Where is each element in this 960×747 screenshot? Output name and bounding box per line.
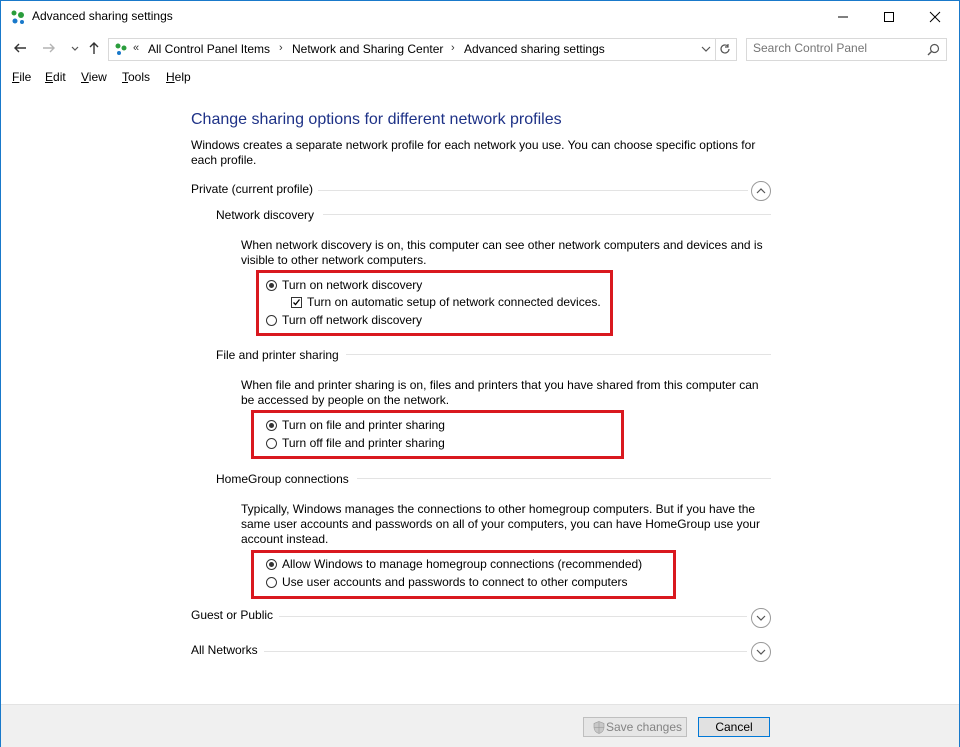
homegroup-user-accounts-radio[interactable] bbox=[266, 577, 277, 588]
guest-public-profile-label[interactable]: Guest or Public bbox=[191, 608, 273, 622]
guest-expand-button[interactable] bbox=[751, 608, 771, 628]
network-app-icon bbox=[11, 10, 24, 24]
network-discovery-off-label[interactable]: Turn off network discovery bbox=[282, 313, 422, 327]
search-box[interactable] bbox=[746, 38, 947, 61]
navigation-bar: « All Control Panel Items › Network and … bbox=[1, 33, 959, 63]
divider bbox=[264, 651, 747, 652]
homegroup-allow-label[interactable]: Allow Windows to manage homegroup connec… bbox=[282, 557, 642, 571]
network-discovery-description: When network discovery is on, this compu… bbox=[241, 238, 763, 267]
breadcrumb-overflow[interactable]: « bbox=[133, 42, 139, 54]
search-icon[interactable] bbox=[927, 43, 940, 56]
breadcrumb-all-control-panel-items[interactable]: All Control Panel Items bbox=[148, 42, 270, 56]
file-sharing-off-label[interactable]: Turn off file and printer sharing bbox=[282, 436, 445, 450]
breadcrumb-advanced-sharing-settings[interactable]: Advanced sharing settings bbox=[464, 42, 605, 56]
save-changes-button[interactable]: Save changes bbox=[583, 717, 687, 737]
page-intro: Windows creates a separate network profi… bbox=[191, 138, 756, 167]
chevron-down-icon bbox=[756, 649, 766, 655]
forward-arrow-icon[interactable] bbox=[41, 40, 57, 56]
network-discovery-on-label[interactable]: Turn on network discovery bbox=[282, 278, 422, 292]
breadcrumb-network-and-sharing-center[interactable]: Network and Sharing Center bbox=[292, 42, 443, 56]
menu-bar: File Edit View Tools Help bbox=[1, 66, 959, 88]
cancel-button[interactable]: Cancel bbox=[698, 717, 770, 737]
control-panel-icon bbox=[115, 43, 127, 55]
homegroup-description: Typically, Windows manages the connectio… bbox=[241, 502, 760, 546]
refresh-icon bbox=[720, 44, 730, 54]
search-input[interactable] bbox=[753, 41, 913, 55]
file-sharing-title: File and printer sharing bbox=[216, 348, 339, 362]
checkmark-icon bbox=[293, 299, 301, 306]
title-bar: Advanced sharing settings bbox=[1, 1, 959, 32]
recent-locations-chevron-icon[interactable] bbox=[67, 40, 83, 56]
divider bbox=[318, 190, 748, 191]
refresh-button[interactable] bbox=[714, 38, 737, 61]
menu-tools[interactable]: Tools bbox=[122, 70, 150, 84]
divider bbox=[279, 616, 747, 617]
back-arrow-icon[interactable] bbox=[12, 40, 28, 56]
homegroup-user-accounts-label[interactable]: Use user accounts and passwords to conne… bbox=[282, 575, 628, 589]
window-title: Advanced sharing settings bbox=[32, 9, 173, 23]
up-arrow-icon[interactable] bbox=[86, 40, 102, 56]
chevron-down-icon bbox=[756, 615, 766, 621]
menu-help[interactable]: Help bbox=[166, 70, 191, 84]
network-discovery-title: Network discovery bbox=[216, 208, 315, 222]
private-collapse-button[interactable] bbox=[751, 181, 771, 201]
close-icon bbox=[929, 11, 941, 23]
address-bar[interactable]: « All Control Panel Items › Network and … bbox=[108, 38, 716, 61]
button-bar: Save changes Cancel bbox=[1, 704, 959, 747]
page-title: Change sharing options for different net… bbox=[191, 111, 562, 128]
menu-edit[interactable]: Edit bbox=[45, 70, 66, 84]
all-networks-label[interactable]: All Networks bbox=[191, 643, 258, 657]
auto-setup-label[interactable]: Turn on automatic setup of network conne… bbox=[307, 295, 601, 309]
auto-setup-checkbox[interactable] bbox=[291, 297, 302, 308]
divider bbox=[323, 214, 771, 215]
minimize-icon bbox=[838, 16, 848, 18]
maximize-icon bbox=[884, 12, 894, 22]
close-button[interactable] bbox=[912, 1, 958, 32]
network-discovery-on-radio[interactable] bbox=[266, 280, 277, 291]
divider bbox=[346, 354, 771, 355]
homegroup-title: HomeGroup connections bbox=[216, 472, 349, 486]
file-sharing-on-radio[interactable] bbox=[266, 420, 277, 431]
private-profile-label[interactable]: Private (current profile) bbox=[191, 182, 313, 196]
menu-view[interactable]: View bbox=[81, 70, 107, 84]
maximize-button[interactable] bbox=[866, 1, 912, 32]
file-sharing-off-radio[interactable] bbox=[266, 438, 277, 449]
network-discovery-off-radio[interactable] bbox=[266, 315, 277, 326]
homegroup-allow-radio[interactable] bbox=[266, 559, 277, 570]
chevron-up-icon bbox=[756, 188, 766, 194]
all-networks-expand-button[interactable] bbox=[751, 642, 771, 662]
breadcrumb-separator[interactable]: › bbox=[451, 42, 455, 54]
breadcrumb-separator[interactable]: › bbox=[279, 42, 283, 54]
divider bbox=[357, 478, 771, 479]
address-dropdown-icon[interactable] bbox=[701, 44, 711, 54]
file-sharing-description: When file and printer sharing is on, fil… bbox=[241, 378, 759, 407]
uac-shield-icon bbox=[593, 721, 605, 734]
menu-file[interactable]: File bbox=[12, 70, 31, 84]
minimize-button[interactable] bbox=[820, 1, 866, 32]
file-sharing-on-label[interactable]: Turn on file and printer sharing bbox=[282, 418, 445, 432]
window: Advanced sharing settings « All Control … bbox=[0, 0, 960, 747]
